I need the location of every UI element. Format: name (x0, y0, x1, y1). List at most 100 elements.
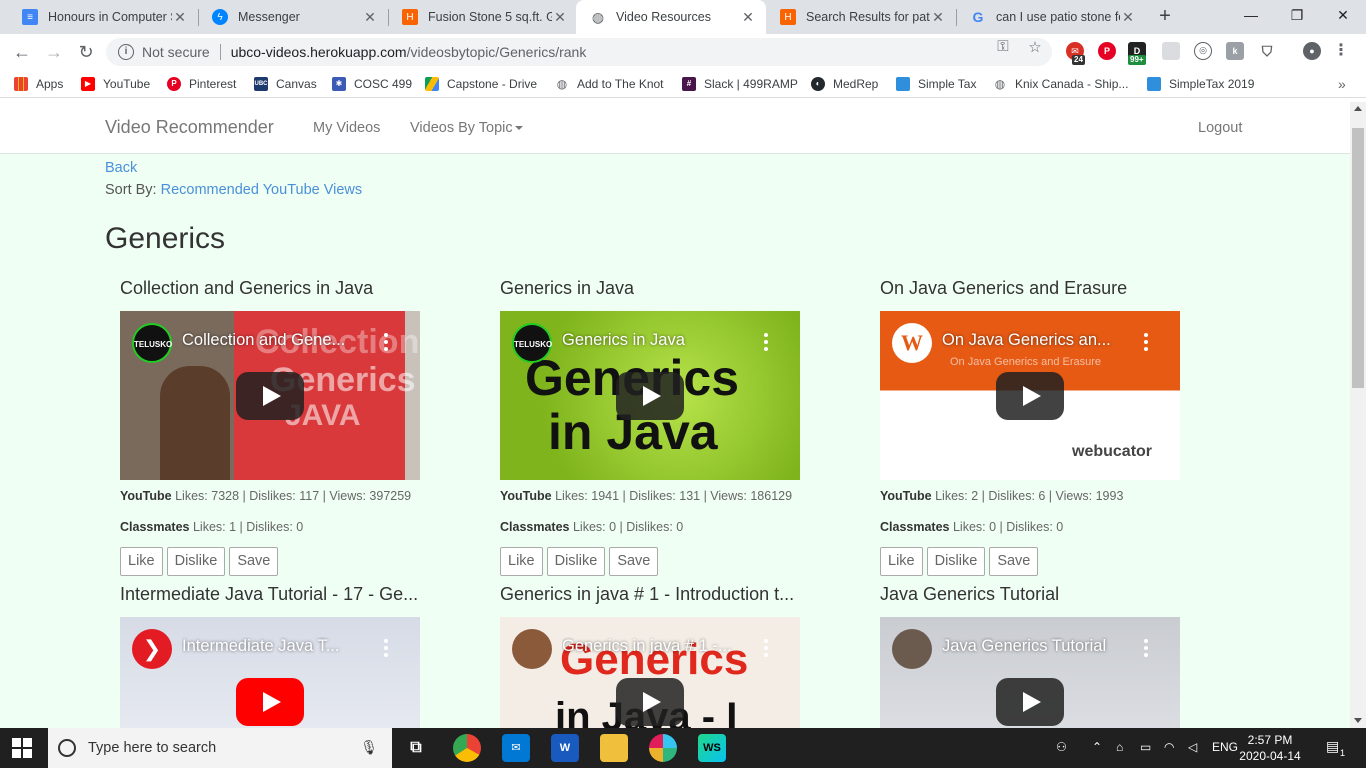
more-options-icon[interactable] (764, 333, 768, 354)
bookmark-the-knot[interactable]: ◍ Add to The Knot (555, 75, 664, 93)
back-arrow-icon[interactable]: ← (10, 40, 34, 64)
more-options-icon[interactable] (384, 333, 388, 354)
network-icon[interactable]: ⌂ (1116, 740, 1123, 754)
play-button-icon[interactable] (236, 678, 304, 726)
save-button[interactable]: Save (229, 547, 279, 576)
battery-icon[interactable]: ▭ (1140, 740, 1151, 754)
profile-avatar-icon[interactable]: ● (1303, 42, 1321, 60)
brand-link[interactable]: Video Recommender (105, 117, 274, 138)
video-player[interactable]: Java Generics Tutorial (880, 617, 1180, 728)
webstorm-icon[interactable]: WS (698, 734, 726, 762)
sort-recommended-link[interactable]: Recommended (161, 182, 259, 198)
bookmark-simpletax-2019[interactable]: SimpleTax 2019 (1147, 75, 1254, 93)
video-player[interactable]: Collection Generics JAVA TELUSKO Collect… (120, 311, 420, 480)
shield-extension-icon[interactable]: ⛉ (1258, 42, 1276, 60)
new-tab-button[interactable]: + (1155, 5, 1175, 29)
page-scrollbar[interactable] (1350, 102, 1366, 728)
scroll-up-icon[interactable] (1354, 106, 1362, 111)
reload-icon[interactable]: ↻ (74, 40, 98, 64)
play-button-icon[interactable] (996, 678, 1064, 726)
people-icon[interactable]: ⚇ (1056, 740, 1067, 754)
chevron-right-icon[interactable]: » (1338, 75, 1346, 93)
bookmark-medrep[interactable]: ◐ MedRep (811, 75, 878, 93)
sync-extension-icon[interactable]: ◎ (1194, 42, 1212, 60)
save-button[interactable]: Save (989, 547, 1039, 576)
chevron-up-icon[interactable]: ⌃ (1092, 740, 1102, 754)
channel-avatar[interactable]: TELUSKO (132, 323, 172, 363)
bookmark-capstone-drive[interactable]: Capstone - Drive (425, 75, 537, 93)
video-overlay-title[interactable]: Intermediate Java T... (182, 637, 372, 656)
tab-messenger[interactable]: ϟ Messenger ✕ (198, 0, 388, 34)
video-overlay-title[interactable]: On Java Generics an... (942, 331, 1132, 350)
chrome-icon[interactable] (453, 734, 481, 762)
play-button-icon[interactable] (616, 372, 684, 420)
minimize-icon[interactable]: — (1228, 0, 1274, 34)
close-icon[interactable]: ✕ (930, 9, 946, 26)
play-button-icon[interactable] (616, 678, 684, 726)
bookmark-youtube[interactable]: ▶ YouTube (81, 75, 150, 93)
tab-search-results[interactable]: H Search Results for patio ✕ (766, 0, 956, 34)
tab-honours[interactable]: ≡ Honours in Computer S ✕ (8, 0, 198, 34)
grid-extension-icon[interactable] (1162, 42, 1180, 60)
pinterest-extension-icon[interactable]: P (1098, 42, 1116, 60)
maximize-icon[interactable]: ❐ (1274, 0, 1320, 34)
bookmark-apps[interactable]: Apps (14, 75, 63, 93)
bookmark-slack[interactable]: # Slack | 499RAMP (682, 75, 798, 93)
video-player[interactable]: ❯ Intermediate Java T... (120, 617, 420, 728)
dislike-button[interactable]: Dislike (166, 547, 226, 576)
tab-fusion-stone[interactable]: H Fusion Stone 5 sq.ft. Gr ✕ (388, 0, 578, 34)
video-player[interactable]: Generics in Java TELUSKO Generics in Jav… (500, 311, 800, 480)
windows-start-icon[interactable] (12, 738, 32, 758)
video-overlay-title[interactable]: Collection and Gene... (182, 331, 372, 350)
back-link[interactable]: Back (105, 160, 137, 176)
window-close-icon[interactable]: ✕ (1320, 0, 1366, 34)
language-indicator[interactable]: ENG (1212, 740, 1238, 754)
bookmark-cosc-499[interactable]: ✱ COSC 499 (332, 75, 412, 93)
k-extension-icon[interactable]: k (1226, 42, 1244, 60)
nav-logout[interactable]: Logout (1198, 120, 1242, 136)
taskbar-search[interactable]: Type here to search 🎙 (48, 728, 392, 768)
menu-kebab-icon[interactable]: ⋮ (1332, 42, 1350, 60)
more-options-icon[interactable] (1144, 639, 1148, 660)
dislike-button[interactable]: Dislike (546, 547, 606, 576)
key-icon[interactable]: ⚿ (993, 38, 1013, 55)
channel-avatar[interactable]: ❯ (132, 629, 172, 669)
scroll-down-icon[interactable] (1354, 718, 1362, 723)
channel-avatar[interactable]: TELUSKO (512, 323, 552, 363)
bookmark-pinterest[interactable]: P Pinterest (167, 75, 236, 93)
like-button[interactable]: Like (880, 547, 923, 576)
video-overlay-title[interactable]: Generics in java # 1 -... (562, 637, 752, 656)
wifi-icon[interactable]: ◠ (1164, 740, 1174, 754)
more-options-icon[interactable] (384, 639, 388, 660)
sort-youtube-views-link[interactable]: YouTube Views (263, 182, 362, 198)
word-icon[interactable]: W (551, 734, 579, 762)
nav-my-videos[interactable]: My Videos (313, 120, 380, 136)
more-options-icon[interactable] (1144, 333, 1148, 354)
address-bar[interactable]: i Not secure ubco-videos.herokuapp.com /… (106, 38, 1052, 66)
star-icon[interactable]: ☆ (1025, 38, 1045, 56)
forward-arrow-icon[interactable]: → (42, 40, 66, 64)
close-icon[interactable]: ✕ (172, 9, 188, 26)
close-icon[interactable]: ✕ (552, 9, 568, 26)
close-icon[interactable]: ✕ (740, 9, 756, 26)
bookmark-canvas[interactable]: UBC Canvas (254, 75, 317, 93)
scroll-thumb[interactable] (1352, 128, 1364, 388)
slack-icon[interactable] (649, 734, 677, 762)
video-overlay-title[interactable]: Generics in Java (562, 331, 752, 350)
play-button-icon[interactable] (236, 372, 304, 420)
notifications-icon[interactable]: ▤ (1326, 738, 1339, 755)
save-button[interactable]: Save (609, 547, 659, 576)
play-button-icon[interactable] (996, 372, 1064, 420)
close-icon[interactable]: ✕ (362, 9, 378, 26)
channel-avatar[interactable] (892, 629, 932, 669)
nav-videos-by-topic[interactable]: Videos By Topic (410, 120, 523, 136)
dislike-button[interactable]: Dislike (926, 547, 986, 576)
tab-video-resources[interactable]: ◍ Video Resources ✕ (576, 0, 766, 34)
volume-icon[interactable]: ◁ (1188, 740, 1197, 754)
bookmark-knix[interactable]: ◍ Knix Canada - Ship... (993, 75, 1129, 93)
system-clock[interactable]: 2:57 PM 2020-04-14 (1238, 732, 1302, 764)
channel-avatar[interactable] (512, 629, 552, 669)
bookmark-simple-tax[interactable]: Simple Tax (896, 75, 976, 93)
microphone-icon[interactable]: 🎙 (360, 739, 378, 756)
video-player[interactable]: On Java Generics and Erasure webucator W… (880, 311, 1180, 480)
